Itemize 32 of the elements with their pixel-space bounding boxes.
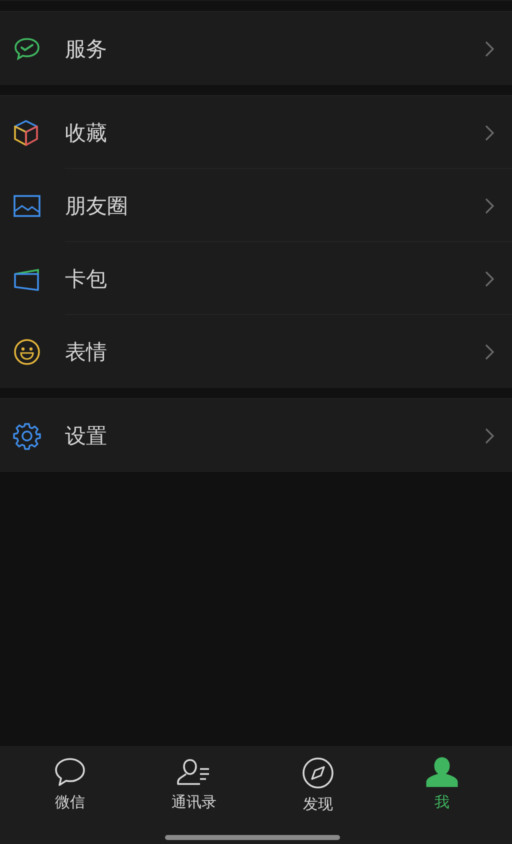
menu-item[interactable]: 卡包	[0, 242, 512, 315]
wallet-icon	[13, 266, 41, 290]
smiley-icon	[13, 338, 41, 366]
chevron-right-icon	[485, 198, 494, 214]
menu-item[interactable]: 服务	[0, 12, 512, 85]
menu-label: 朋友圈	[65, 192, 129, 220]
chevron-right-icon	[485, 428, 494, 444]
menu-item[interactable]: 收藏	[0, 96, 512, 169]
settings-icon	[13, 422, 41, 450]
menu-label: 收藏	[65, 120, 108, 146]
menu-item[interactable]: 设置	[0, 399, 512, 472]
chevron-right-icon	[485, 270, 494, 286]
menu-label: 表情	[65, 338, 108, 366]
menu-label: 卡包	[65, 266, 108, 292]
menu-label: 服务	[65, 36, 108, 62]
image-icon	[13, 194, 41, 218]
chat-check-icon	[13, 36, 41, 62]
speech-bubble-icon	[54, 757, 86, 787]
menu-item[interactable]: 朋友圈	[0, 169, 512, 242]
person-icon	[426, 757, 458, 787]
tab[interactable]: 通讯录	[132, 754, 256, 815]
chevron-right-icon	[485, 40, 494, 56]
contacts-icon	[176, 757, 212, 787]
menu-label: 设置	[65, 422, 108, 450]
cube-icon	[13, 118, 39, 146]
tab[interactable]: 我	[380, 754, 504, 815]
menu-item[interactable]: 表情	[0, 315, 512, 388]
tab[interactable]: 发现	[256, 754, 380, 817]
compass-icon	[302, 757, 334, 789]
tab[interactable]: 微信	[8, 754, 132, 815]
chevron-right-icon	[485, 124, 494, 140]
chevron-right-icon	[485, 344, 494, 360]
